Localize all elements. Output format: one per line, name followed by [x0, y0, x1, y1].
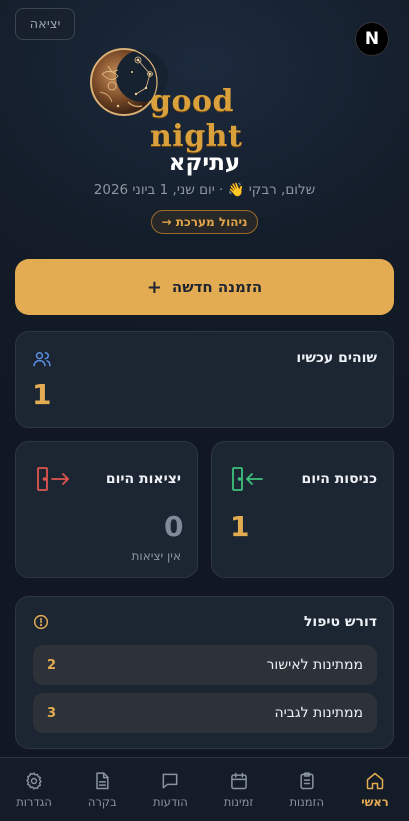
current-guests-card[interactable]: שוהים עכשיו 1 [15, 331, 394, 428]
nav-item-messages[interactable]: הודעות [136, 758, 204, 821]
current-guests-label: שוהים עכשיו [296, 350, 377, 366]
new-order-label: הזמנה חדשה [171, 278, 263, 296]
pending-approval-label: ממתינות לאישור [266, 657, 363, 673]
home-icon [366, 772, 384, 789]
logo: good night [88, 44, 328, 154]
nav-label-home: ראשי [361, 794, 389, 809]
message-icon [162, 773, 178, 788]
checkins-card[interactable]: כניסות היום 1 [211, 441, 394, 578]
attention-card: דורש טיפול ממתינות לאישור 2 ממתינות לגבי… [15, 596, 394, 749]
nav-item-availability[interactable]: זמינות [204, 758, 272, 821]
pending-payment-label: ממתינות לגביה [274, 705, 363, 721]
page-title: עתיקא [168, 150, 241, 176]
gear-icon [26, 771, 42, 790]
checkouts-value: 0 [164, 510, 184, 543]
nav-item-home[interactable]: ראשי [341, 758, 409, 821]
checkouts-label: יציאות היום [105, 471, 181, 487]
greeting-text: שלום, רבקי 👋 · יום שני, 1 ביוני 2026 [93, 182, 316, 198]
logo-text: good night [150, 84, 243, 154]
nav-label-orders: הזמנות [289, 794, 325, 809]
bottom-nav: ראשי הזמנות זמינות הודעות בקרה הגדרות [0, 757, 409, 821]
checkins-label: כניסות היום [301, 471, 377, 487]
brand-badge[interactable]: N [355, 22, 389, 56]
users-icon [33, 352, 51, 367]
nav-label-availability: זמינות [223, 794, 254, 809]
checkouts-subtext: אין יציאות [131, 549, 181, 563]
plus-icon: + [146, 276, 162, 298]
alert-icon [33, 614, 49, 630]
nav-label-control: בקרה [87, 794, 117, 809]
pending-approval-row[interactable]: ממתינות לאישור 2 [33, 645, 377, 685]
logout-icon [37, 467, 69, 491]
attention-title: דורש טיפול [303, 614, 377, 630]
calendar-icon [230, 772, 247, 789]
nav-label-messages: הודעות [152, 794, 188, 809]
nav-item-settings[interactable]: הגדרות [0, 758, 68, 821]
admin-button[interactable]: ניהול מערכת → [151, 210, 258, 234]
logout-button[interactable]: יציאה [15, 8, 75, 40]
clipboard-icon [300, 771, 314, 789]
nav-label-settings: הגדרות [16, 794, 52, 809]
nav-item-orders[interactable]: הזמנות [273, 758, 341, 821]
new-order-button[interactable]: הזמנה חדשה + [15, 259, 394, 315]
checkins-value: 1 [230, 510, 250, 543]
login-icon [232, 467, 263, 491]
pending-payment-count: 3 [47, 705, 57, 721]
current-guests-value: 1 [32, 378, 52, 411]
nav-item-control[interactable]: בקרה [68, 758, 136, 821]
pending-payment-row[interactable]: ממתינות לגביה 3 [33, 693, 377, 733]
checkouts-card[interactable]: יציאות היום 0 אין יציאות [15, 441, 198, 578]
document-icon [96, 771, 109, 789]
pending-approval-count: 2 [47, 657, 57, 673]
